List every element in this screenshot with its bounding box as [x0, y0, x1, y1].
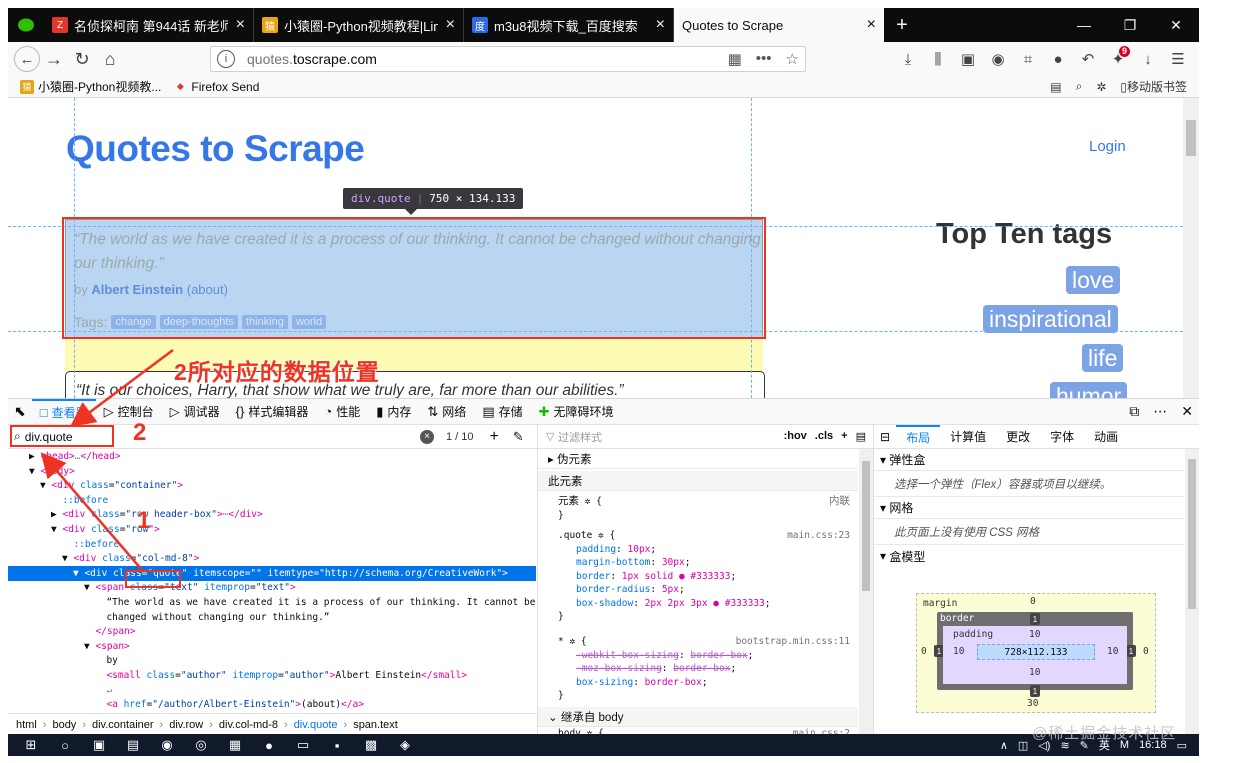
notification-icon[interactable]: ▭: [1177, 739, 1187, 752]
tray-arrow-icon[interactable]: ∧: [1000, 739, 1008, 752]
watermark: @稀土掘金技术社区: [1032, 725, 1177, 742]
taskbar-app-icon[interactable]: ▤: [116, 734, 150, 756]
taskbar-app-icon[interactable]: ▩: [354, 734, 388, 756]
taskbar-app-icon[interactable]: ▪: [320, 734, 354, 756]
taskbar-app-icon[interactable]: ◎: [184, 734, 218, 756]
taskbar-app-icon[interactable]: ◈: [388, 734, 422, 756]
taskbar-app-icon[interactable]: ▣: [82, 734, 116, 756]
firefox-window: Z 名侦探柯南 第944话 新老师的 × 猿 小猿圈-Python视频教程|Li…: [8, 8, 1199, 756]
taskbar-app-icon[interactable]: ◉: [150, 734, 184, 756]
network-tray-icon[interactable]: ◫: [1018, 739, 1028, 752]
taskbar-app-icon[interactable]: ○: [48, 734, 82, 756]
start-icon[interactable]: ⊞: [14, 734, 48, 756]
annotation-arrows: [40, 348, 174, 571]
taskbar-app-icon[interactable]: ●: [252, 734, 286, 756]
taskbar-app-icon[interactable]: ▭: [286, 734, 320, 756]
windows-taskbar: ⊞ ○ ▣ ▤ ◉ ◎ ▦ ● ▭ ▪ ▩ ◈ ∧ ◫ ◁) ≋ ✎ 英 M 16:18 ▭: [8, 734, 1199, 756]
taskbar-app-icon[interactable]: ▦: [218, 734, 252, 756]
